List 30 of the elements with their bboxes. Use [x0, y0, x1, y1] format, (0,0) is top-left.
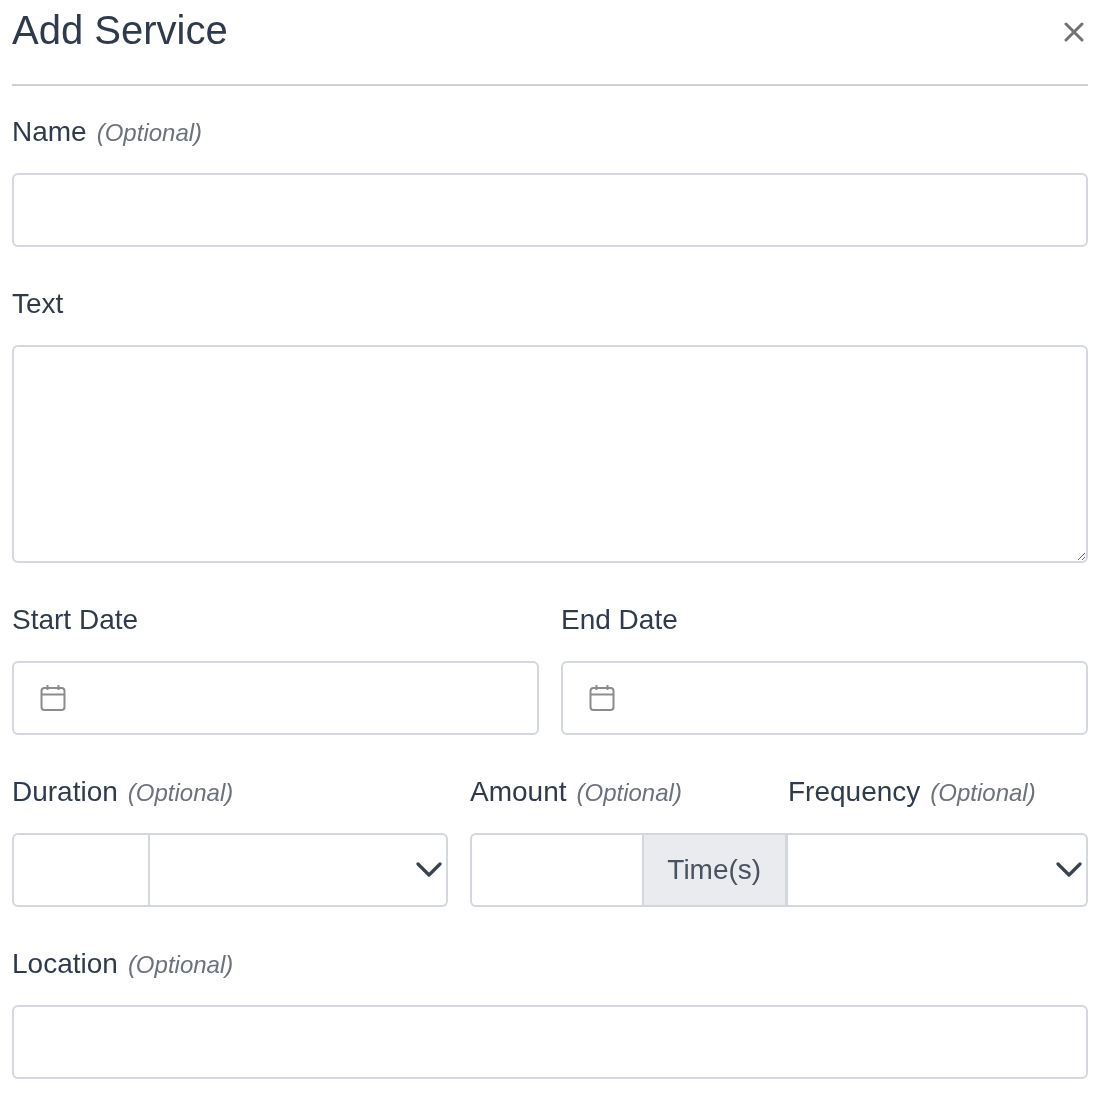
field-label: Frequency: [788, 775, 921, 809]
dialog-title: Add Service: [12, 7, 228, 54]
field-label: Amount: [470, 775, 567, 809]
text-area[interactable]: [12, 345, 1088, 563]
unit-addon: Time(s): [641, 833, 788, 907]
number-input[interactable]: [470, 833, 642, 907]
field-label: Location: [12, 947, 118, 981]
close-button[interactable]: [1064, 22, 1084, 42]
unit-select[interactable]: [150, 833, 448, 907]
optional-hint: (Optional): [127, 779, 234, 807]
calendar-icon: [589, 684, 615, 712]
field-label: End Date: [561, 603, 678, 637]
close-icon: [1064, 22, 1084, 42]
field-label: Text: [12, 287, 64, 321]
optional-hint: (Optional): [930, 779, 1036, 807]
chevron-down-icon: [416, 862, 442, 878]
date-field[interactable]: [561, 661, 1088, 735]
optional-hint: (Optional): [127, 951, 234, 979]
text-input[interactable]: [12, 1005, 1088, 1079]
field-label: Duration: [12, 775, 118, 809]
text-input[interactable]: [12, 173, 1088, 247]
chevron-down-icon: [1056, 862, 1082, 878]
frequency-select[interactable]: [788, 833, 1088, 907]
date-field[interactable]: [12, 661, 539, 735]
field-label: Name: [12, 115, 87, 149]
number-input[interactable]: [12, 833, 150, 907]
calendar-icon: [40, 684, 66, 712]
optional-hint: (Optional): [96, 119, 203, 147]
field-label: Start Date: [12, 603, 139, 637]
optional-hint: (Optional): [576, 779, 682, 807]
